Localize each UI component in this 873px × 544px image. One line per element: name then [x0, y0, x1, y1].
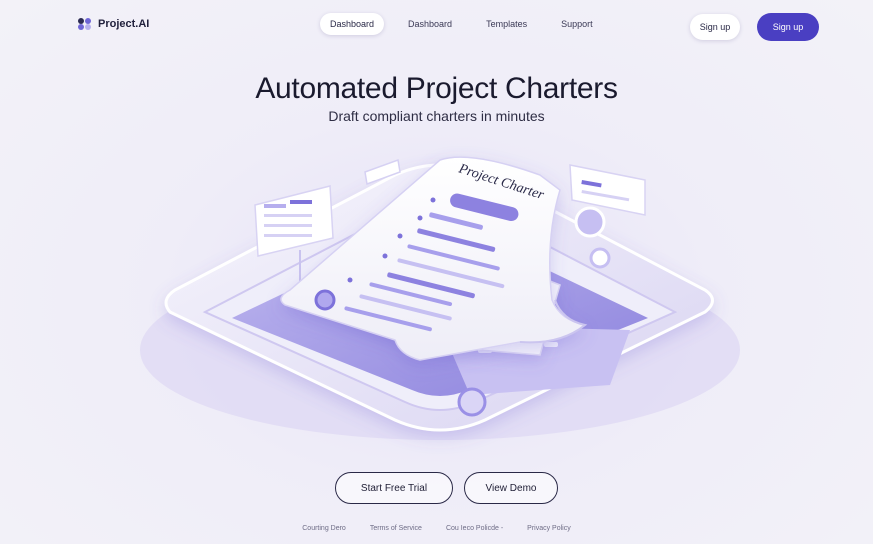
hero-illustration: Project Charter: [140, 156, 740, 440]
footer-links: Courting Dero Terms of Service Cou Ieco …: [0, 525, 873, 532]
footer-link[interactable]: Cou Ieco Policde -: [446, 525, 503, 532]
footer-link[interactable]: Courting Dero: [302, 525, 346, 532]
page-background: Project.AI Dashboard Dashboard Templates…: [0, 0, 873, 544]
footer-link-privacy[interactable]: Privacy Policy: [527, 525, 571, 532]
start-free-trial-button[interactable]: Start Free Trial: [335, 472, 453, 504]
footer-link-terms[interactable]: Terms of Service: [370, 525, 422, 532]
view-demo-button[interactable]: View Demo: [464, 472, 558, 504]
